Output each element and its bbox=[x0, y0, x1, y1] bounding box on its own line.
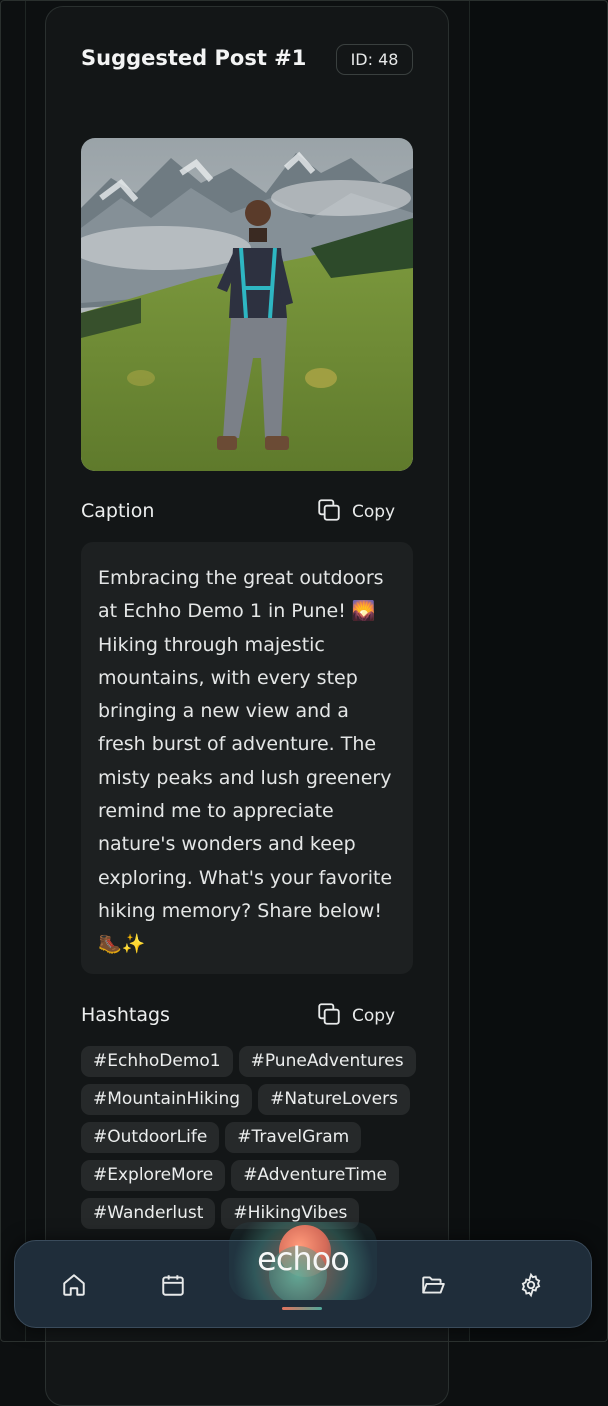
copy-hashtags-label: Copy bbox=[352, 1006, 396, 1026]
caption-text: Embracing the great outdoors at Echho De… bbox=[81, 542, 413, 974]
post-title: Suggested Post #1 bbox=[81, 46, 307, 70]
active-indicator bbox=[282, 1307, 322, 1310]
hashtag-chip: #OutdoorLife bbox=[81, 1122, 220, 1153]
nav-folder-button[interactable] bbox=[420, 1272, 446, 1298]
echoo-logo-button[interactable]: echoo bbox=[229, 1222, 377, 1300]
copy-hashtags-button[interactable]: Copy bbox=[316, 1002, 395, 1030]
copy-caption-label: Copy bbox=[352, 502, 396, 522]
hashtag-chip: #ExploreMore bbox=[81, 1160, 226, 1191]
post-id-badge: ID: 48 bbox=[336, 44, 413, 75]
hashtag-chip: #TravelGram bbox=[225, 1122, 362, 1153]
nav-home-button[interactable] bbox=[61, 1272, 87, 1298]
nav-calendar-button[interactable] bbox=[160, 1272, 186, 1298]
hashtag-chip: #MountainHiking bbox=[81, 1084, 253, 1115]
hashtags-heading: Hashtags bbox=[81, 1004, 170, 1026]
nav-settings-button[interactable] bbox=[518, 1272, 544, 1298]
calendar-icon bbox=[160, 1275, 186, 1302]
copy-icon bbox=[316, 1001, 342, 1032]
hashtag-chip: #Wanderlust bbox=[81, 1198, 216, 1229]
echoo-logo-text: echoo bbox=[257, 1240, 350, 1278]
hashtag-chip: #AdventureTime bbox=[231, 1160, 399, 1191]
hashtag-chip: #NatureLovers bbox=[258, 1084, 410, 1115]
hashtag-list: #EchhoDemo1 #PuneAdventures #MountainHik… bbox=[81, 1046, 421, 1229]
right-panel bbox=[469, 0, 608, 1342]
copy-caption-button[interactable]: Copy bbox=[316, 498, 395, 526]
hashtag-chip: #EchhoDemo1 bbox=[81, 1046, 233, 1077]
folder-open-icon bbox=[420, 1276, 446, 1302]
home-icon bbox=[61, 1274, 87, 1302]
post-photo bbox=[81, 138, 413, 471]
gear-icon bbox=[518, 1272, 544, 1302]
layout-divider bbox=[25, 0, 26, 1342]
hashtag-chip: #PuneAdventures bbox=[238, 1046, 416, 1077]
caption-heading: Caption bbox=[81, 500, 155, 522]
copy-icon bbox=[316, 497, 342, 528]
